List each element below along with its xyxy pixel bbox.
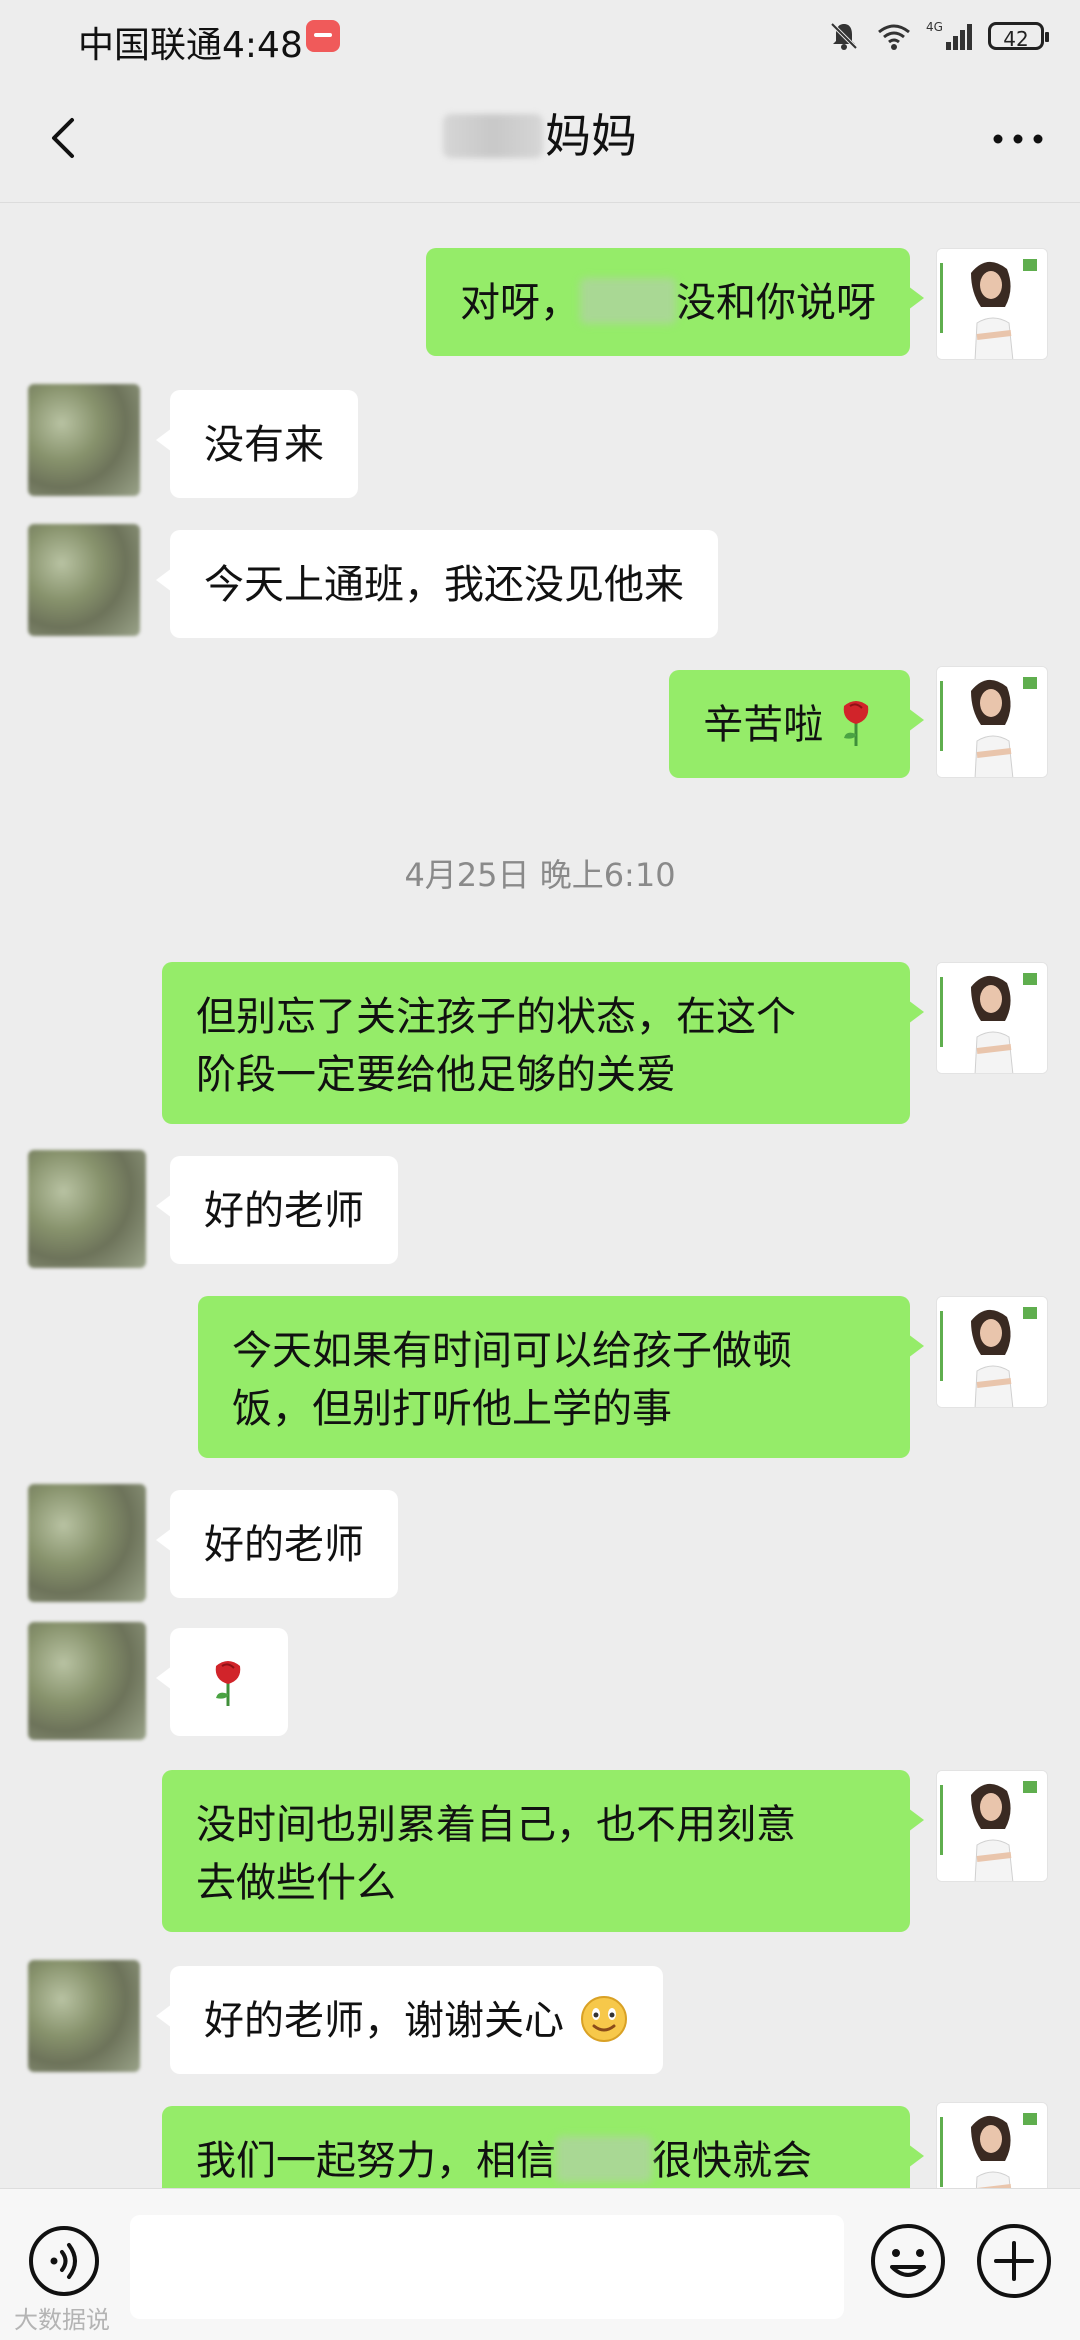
avatar-self[interactable]: [936, 1296, 1048, 1408]
teacher-portrait: [937, 1297, 1047, 1407]
message-bubble-other[interactable]: 好的老师: [156, 1156, 398, 1264]
message-bubble-self[interactable]: 今天如果有时间可以给孩子做顿 饭，但别打听他上学的事: [198, 1296, 924, 1458]
clock: 4:48: [222, 25, 303, 66]
redacted-name: [556, 2136, 652, 2182]
voice-icon[interactable]: [26, 2223, 102, 2299]
watermark: 大数据说: [14, 2306, 110, 2334]
message-input[interactable]: [130, 2215, 844, 2319]
message-text-line: 阶段一定要给他足够的关爱: [196, 1052, 676, 1098]
rose-emoji-icon: [843, 701, 869, 746]
redacted-name: [580, 278, 676, 324]
emoji-icon[interactable]: [868, 2221, 948, 2301]
avatar-self[interactable]: [936, 962, 1048, 1074]
message-list[interactable]: 对呀， 没和你说呀 没有来 今天上通班，我还没见他来 辛苦啦 4月25日 晚上6…: [0, 202, 1080, 2188]
message-bubble-other[interactable]: 好的老师: [156, 1490, 398, 1598]
message-text-line: 去做些什么: [196, 1860, 396, 1906]
message-bubble-self[interactable]: 辛苦啦: [669, 670, 924, 778]
carrier-time: 中国联通4:48: [78, 16, 303, 68]
status-icons: 4G 42: [826, 16, 1049, 56]
teacher-portrait: [937, 1771, 1047, 1881]
message-text-line: 没时间也别累着自己，也不用刻意: [196, 1802, 796, 1848]
redacted-name: [443, 114, 543, 158]
input-bar: [0, 2188, 1080, 2340]
carrier-label: 中国联通: [78, 25, 223, 66]
teacher-portrait: [937, 249, 1047, 359]
message-text: 对呀，: [460, 280, 580, 326]
avatar-self[interactable]: [936, 666, 1048, 778]
avatar-parent[interactable]: [28, 524, 140, 636]
message-bubble-other[interactable]: 没有来: [156, 390, 358, 498]
chat-header: 妈妈: [0, 74, 1080, 203]
avatar-parent[interactable]: [28, 1622, 146, 1740]
message-bubble-other[interactable]: 好的老师，谢谢关心: [156, 1966, 663, 2074]
avatar-parent[interactable]: [28, 1484, 146, 1602]
teacher-portrait: [937, 667, 1047, 777]
message-bubble-self[interactable]: 没时间也别累着自己，也不用刻意 去做些什么: [162, 1770, 924, 1932]
network-type-label: 4G: [926, 20, 943, 34]
chat-title-text: 妈妈: [545, 109, 637, 163]
avatar-parent[interactable]: [28, 1960, 140, 2072]
message-bubble-other[interactable]: [156, 1628, 288, 1736]
message-bubble-self[interactable]: 我们一起努力，相信 很快就会: [162, 2106, 924, 2188]
avatar-self[interactable]: [936, 2102, 1048, 2188]
app-store-icon: [306, 20, 340, 52]
message-text: 辛苦啦: [703, 702, 824, 748]
rose-emoji-icon: [215, 1661, 241, 1706]
message-text-line: 但别忘了关注孩子的状态，在这个: [196, 994, 796, 1040]
message-text-line: 饭，但别打听他上学的事: [232, 1386, 672, 1432]
message-text: 好的老师，谢谢关心: [204, 1998, 564, 2044]
teacher-portrait: [937, 963, 1047, 1073]
battery-indicator: 42: [988, 22, 1049, 51]
wifi-icon: [878, 24, 910, 50]
message-text-line: 今天如果有时间可以给孩子做顿: [232, 1328, 792, 1374]
chat-screen: 中国联通4:48 4G 42 妈妈 对呀， 没和你说呀 没有来 今天上通班，我还…: [0, 0, 1080, 2340]
message-bubble-other[interactable]: 今天上通班，我还没见他来: [156, 530, 718, 638]
cellular-signal-icon: 4G: [926, 20, 972, 50]
chat-title: 妈妈: [0, 104, 1080, 168]
more-dots-icon[interactable]: [986, 114, 1050, 164]
mute-bell-icon: [830, 22, 858, 50]
avatar-parent[interactable]: [28, 1150, 146, 1268]
smile-emoji-icon: [580, 1996, 627, 2042]
avatar-self[interactable]: [936, 1770, 1048, 1882]
message-text: 没和你说呀: [676, 280, 876, 326]
message-text: 很快就会: [652, 2138, 812, 2184]
status-bar: 中国联通4:48 4G 42: [0, 0, 1080, 74]
plus-icon[interactable]: [974, 2221, 1054, 2301]
avatar-self[interactable]: [936, 248, 1048, 360]
avatar-parent[interactable]: [28, 384, 140, 496]
message-text: 我们一起努力，相信: [196, 2138, 556, 2184]
timestamp: 4月25日 晚上6:10: [404, 856, 676, 894]
message-bubble-self[interactable]: 但别忘了关注孩子的状态，在这个 阶段一定要给他足够的关爱: [162, 962, 924, 1124]
teacher-portrait: [937, 2103, 1047, 2188]
message-bubble-self[interactable]: 对呀， 没和你说呀: [426, 248, 924, 356]
